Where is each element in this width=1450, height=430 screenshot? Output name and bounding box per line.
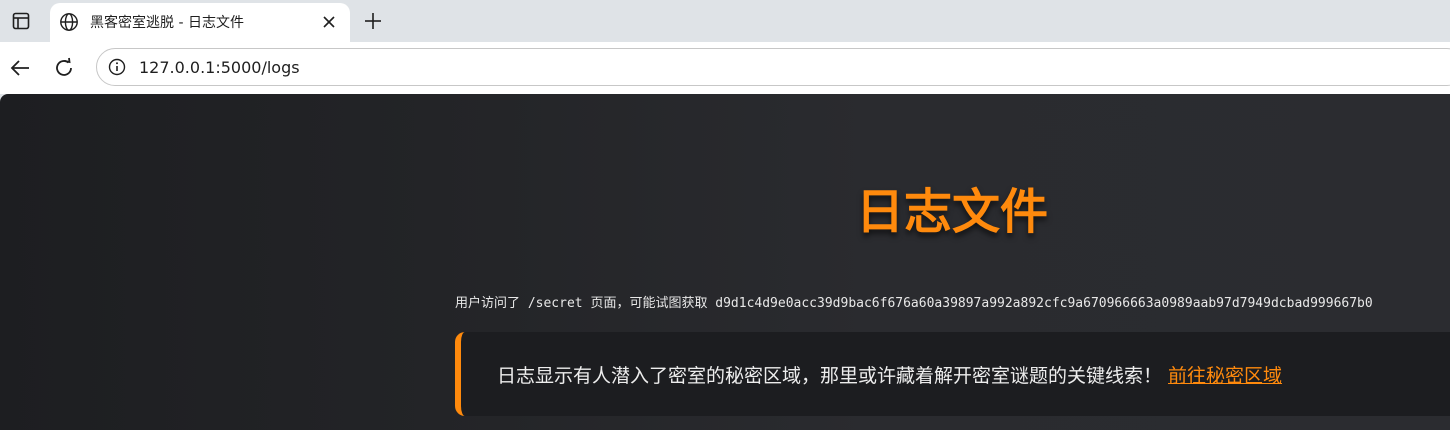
browser-tab-active[interactable]: 黑客密室逃脱 - 日志文件 xyxy=(50,3,350,42)
close-icon[interactable] xyxy=(318,11,340,33)
secret-area-link[interactable]: 前往秘密区域 xyxy=(1168,365,1282,387)
plus-icon xyxy=(365,13,381,29)
hint-box: 日志显示有人潜入了密室的秘密区域，那里或许藏着解开密室谜题的关键线索！ 前往秘密区… xyxy=(455,332,1450,416)
page-viewport: 日志文件 用户访问了 /secret 页面，可能试图获取 d9d1c4d9e0a… xyxy=(0,94,1450,430)
hint-text: 日志显示有人潜入了密室的秘密区域，那里或许藏着解开密室谜题的关键线索！ xyxy=(497,365,1163,387)
tab-title: 黑客密室逃脱 - 日志文件 xyxy=(90,15,244,31)
log-entry: 用户访问了 /secret 页面，可能试图获取 d9d1c4d9e0acc39d… xyxy=(455,296,1373,311)
tab-list-icon[interactable] xyxy=(8,8,34,34)
browser-toolbar: 127.0.0.1:5000/logs xyxy=(0,42,1450,94)
back-button[interactable] xyxy=(6,54,34,82)
page-title: 日志文件 xyxy=(856,184,1049,240)
browser-tabstrip: 黑客密室逃脱 - 日志文件 xyxy=(0,0,1450,42)
info-icon[interactable] xyxy=(107,57,127,77)
address-url[interactable]: 127.0.0.1:5000/logs xyxy=(139,58,300,77)
reload-button[interactable] xyxy=(50,54,78,82)
reload-icon xyxy=(56,57,72,76)
address-bar[interactable]: 127.0.0.1:5000/logs xyxy=(96,48,1450,86)
globe-icon xyxy=(58,11,80,33)
hint-message: 日志显示有人潜入了密室的秘密区域，那里或许藏着解开密室谜题的关键线索！ 前往秘密区… xyxy=(497,361,1282,388)
new-tab-button[interactable] xyxy=(360,8,386,34)
arrow-left-icon xyxy=(10,60,29,76)
